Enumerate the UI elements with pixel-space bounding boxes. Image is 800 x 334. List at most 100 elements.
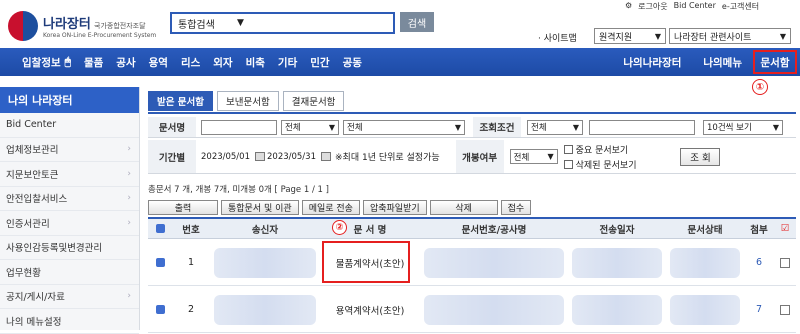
nav-private[interactable]: 민간 [310,55,329,70]
main-nav: 입찰정보 🖱 물품 공사 용역 리스 외자 비축 기타 민간 공동 나의나라장터 … [0,48,800,76]
date-to-field[interactable]: 2023/05/31 [267,149,319,164]
page-size-select[interactable]: 10건씩 보기 ▼ [703,119,783,135]
calendar-icon[interactable] [255,152,265,161]
sidebar-item-work-status[interactable]: 업무현황 [0,260,139,285]
calendar-icon[interactable] [321,152,331,161]
logout-link[interactable]: 로그아웃 [638,1,667,12]
view-options: 중요 문서보기 삭제된 문서보기 [563,143,637,171]
attachment-count[interactable]: 6 [744,240,774,285]
checkbox-label: 중요 문서보기 [575,145,629,156]
checkbox[interactable] [563,159,573,169]
nav-my-narajangter[interactable]: 나의나라장터 [623,55,681,70]
doc-number-redacted [424,240,564,285]
tab-received[interactable]: 받은 문서함 [148,91,214,111]
chevron-right-icon: › [127,291,131,302]
sidebar-item-safe-bid[interactable]: 안전입찰서비스 › [0,187,139,211]
action-bar: 출력 통합문서 및 이관 메일로 전송 압축파일받기 삭제 접수 [148,200,532,215]
search-button[interactable]: 검색 [400,12,434,32]
logo-subtitle: Korea ON-Line E-Procurement System [43,32,157,39]
remote-support-label: 원격지원 [599,32,633,43]
search-box[interactable]: 통합검색 ▼ [170,12,395,34]
tab-sent[interactable]: 보낸문서함 [217,91,279,111]
nav-construction[interactable]: 공사 [116,55,135,70]
sender-redacted [214,240,316,285]
period-label: 기간별 [148,140,196,173]
nav-bid-info[interactable]: 입찰정보 🖱 [22,55,71,70]
chevron-right-icon: › [127,217,131,228]
sitemap-link[interactable]: · 사이트맵 [538,31,577,44]
print-button[interactable]: 출력 [148,200,218,215]
nav-goods[interactable]: 물품 [84,55,103,70]
sidebar-item-seal-registration[interactable]: 사용인감등록및변경관리 [0,236,139,260]
nav-document-box[interactable]: 문서함 [753,50,797,74]
table-header: 번호 송신자 문 서 명 문서번호/공사명 전송일자 문서상태 첨부 ☑ [148,217,796,239]
table-row[interactable]: 2 용역계약서(초안) 7 [148,287,796,333]
doc-type-select[interactable]: 전체 ▼ [281,119,339,135]
nav-service[interactable]: 용역 [149,55,168,70]
open-status-select[interactable]: 전체 ▼ [509,149,558,164]
related-sites-label: 나라장터 관련사이트 [674,32,752,43]
important-docs-checkbox[interactable]: 중요 문서보기 [563,143,637,156]
email-send-button[interactable]: 메일로 전송 [301,200,360,215]
sidebar-title: 나의 나라장터 [0,87,139,113]
related-sites-dropdown[interactable]: 나라장터 관련사이트 ▼ [669,28,791,44]
logo-title: 나라장터 [43,17,91,32]
top-links: ⚙ 로그아웃 Bid Center e-고객센터 [625,1,759,12]
sidebar-item-notices[interactable]: 공지/게시/자료 › [0,285,139,309]
accept-button[interactable]: 접수 [500,200,532,215]
bid-center-link[interactable]: Bid Center [674,1,716,12]
query-button[interactable]: 조 회 [680,147,721,166]
remote-support-dropdown[interactable]: 원격지원 ▼ [594,28,666,44]
nav-stockpile[interactable]: 비축 [246,55,265,70]
attachment-count[interactable]: 7 [744,287,774,332]
deleted-docs-checkbox[interactable]: 삭제된 문서보기 [563,158,637,171]
tab-approval[interactable]: 결재문서함 [282,91,345,111]
sidebar-item-company-info[interactable]: 업체정보관리 › [0,138,139,162]
chevron-down-icon: ▼ [328,122,335,132]
doc-name-link[interactable]: 용역계약서(초안) [320,287,420,332]
table-row[interactable]: 1 물품계약서(초안) 6 [148,240,796,286]
status-redacted [670,287,740,332]
doc-name-input[interactable] [201,119,277,135]
chevron-down-icon: ▼ [237,18,244,28]
nav-joint[interactable]: 공동 [343,55,362,70]
row-checkbox[interactable] [780,257,790,268]
date-from-field[interactable]: 2023/05/01 [201,149,253,164]
cond-select[interactable]: 전체 ▼ [527,119,583,135]
chevron-down-icon: ▼ [547,152,554,161]
chevron-down-icon: ▼ [454,122,461,132]
sidebar-item-bid-center[interactable]: Bid Center [0,113,139,138]
sidebar-item-label: 지문보안토큰 [6,169,59,181]
delete-button[interactable]: 삭제 [429,200,498,215]
tab-bar: 받은 문서함 보낸문서함 결재문서함 [148,91,345,111]
chevron-right-icon: › [127,193,131,204]
gear-icon: ⚙ [625,1,633,10]
nav-etc[interactable]: 기타 [278,55,297,70]
annotation-marker-1: ① [752,79,768,95]
cond-input[interactable] [589,119,695,135]
merge-transfer-button[interactable]: 통합문서 및 이관 [221,200,299,215]
logo[interactable]: 나라장터 국가종합전자조달 Korea ON-Line E-Procuremen… [8,8,158,44]
doc-sub-select[interactable]: 전체 ▼ [343,119,465,135]
row-marker-icon [155,258,165,267]
sidebar-item-label: 공지/게시/자료 [6,292,65,304]
nav-foreign[interactable]: 외자 [213,55,232,70]
select-all-checkbox[interactable]: ☑ [774,219,796,238]
row-checkbox[interactable] [780,304,790,315]
select-value: 전체 [513,152,530,163]
nav-bid-info-label: 입찰정보 [22,56,61,69]
checkbox-label: 삭제된 문서보기 [575,160,637,171]
nav-lease[interactable]: 리스 [181,55,200,70]
sidebar-item-label: 인증서관리 [6,218,50,230]
cond-label: 조회조건 [473,117,521,137]
customer-center-link[interactable]: e-고객센터 [722,1,759,12]
zip-download-button[interactable]: 압축파일받기 [362,200,427,215]
sidebar-item-certificate[interactable]: 인증서관리 › [0,211,139,236]
col-sender: 송신자 [251,224,279,236]
chevron-right-icon: › [127,168,131,179]
mouse-icon: 🖱 [64,55,71,68]
filter-row-2: 기간별 2023/05/01 2023/05/31 ※최대 1년 단위로 설정가… [148,140,796,174]
nav-my-menu[interactable]: 나의메뉴 [703,55,742,70]
sidebar-item-fingerprint-token[interactable]: 지문보안토큰 › [0,162,139,187]
checkbox[interactable] [563,144,573,154]
